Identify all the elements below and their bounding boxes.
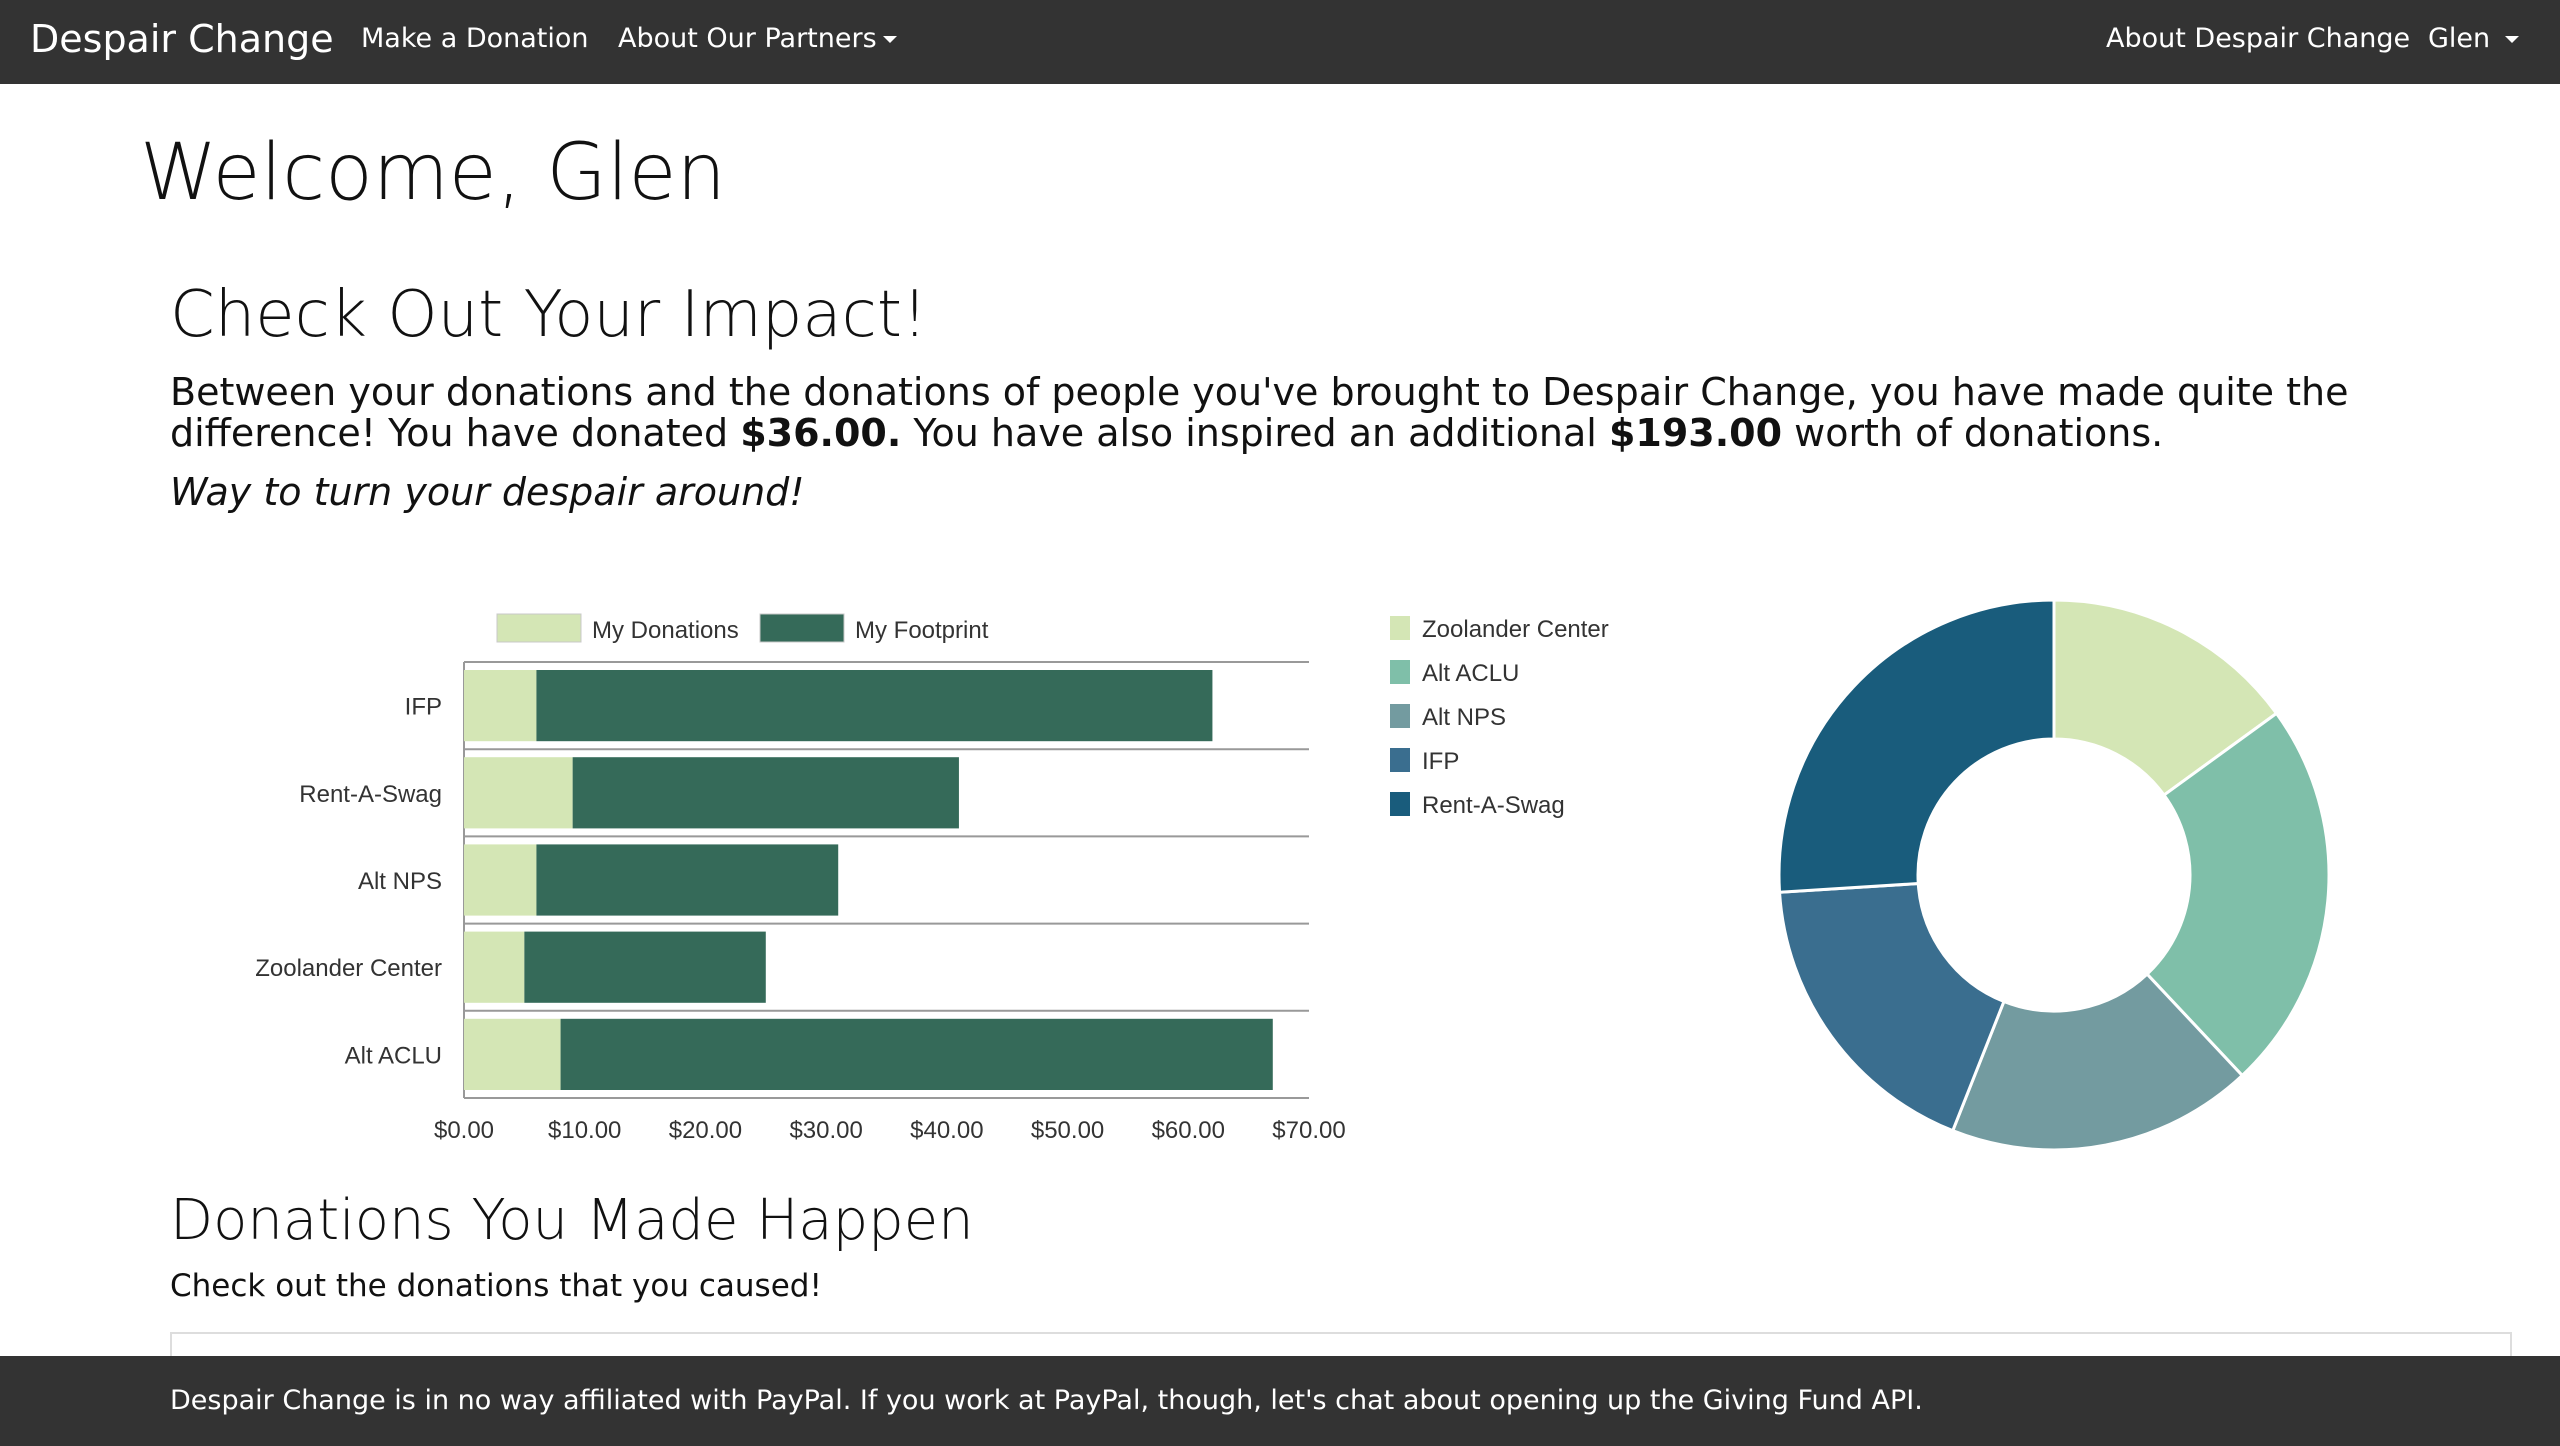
footer: Despair Change is in no way affiliated w…	[0, 1356, 2560, 1446]
impact-charts: My Donations My Footprint IFP Rent-A-Swag Al…	[255, 598, 2331, 1150]
x-tick-label: $50.00	[1031, 1117, 1104, 1144]
nav-about-partners-dropdown[interactable]: About Our Partners	[618, 0, 897, 84]
brand-link[interactable]: Despair Change	[30, 0, 334, 84]
pie-legend-swatch	[1390, 616, 1410, 640]
impact-summary: Between your donations and the donations…	[170, 372, 2420, 454]
pie-legend-swatch	[1390, 660, 1410, 684]
pie-legend-label: Zoolander Center	[1422, 616, 1609, 643]
bar-my-donations	[464, 1018, 561, 1090]
donut-slice	[1777, 598, 2056, 894]
bar-my-footprint	[536, 844, 839, 916]
donations-subtitle: Check out the donations that you caused!	[170, 1268, 822, 1304]
pie-legend-label: IFP	[1422, 748, 1459, 775]
x-tick-label: $40.00	[910, 1117, 983, 1144]
pie-legend-swatch	[1390, 748, 1410, 772]
pie-legend-label: Rent-A-Swag	[1422, 792, 1565, 819]
y-tick-label: Alt NPS	[358, 868, 442, 895]
pie-legend-swatch	[1390, 704, 1410, 728]
legend-label: My Footprint	[855, 617, 989, 644]
donations-heading: Donations You Made Happen	[170, 1188, 974, 1253]
bar-my-donations	[464, 844, 537, 916]
bar-my-footprint	[524, 931, 766, 1003]
legend-label: My Donations	[592, 617, 739, 644]
bar-my-donations	[464, 931, 525, 1003]
legend-swatch-my-donations	[496, 613, 582, 643]
x-tick-label: $30.00	[789, 1117, 862, 1144]
pie-legend-swatch	[1390, 792, 1410, 816]
bar-my-donations	[464, 670, 537, 742]
x-tick-label: $60.00	[1152, 1117, 1225, 1144]
user-menu-label: Glen	[2428, 23, 2491, 54]
nav-about-partners-label: About Our Partners	[618, 23, 877, 54]
x-tick-label: $20.00	[669, 1117, 742, 1144]
impact-mid: You have also inspired an additional	[901, 411, 1609, 455]
caret-down-icon	[2504, 36, 2519, 43]
footer-text: Despair Change is in no way affiliated w…	[170, 1385, 1923, 1416]
pie-legend-label: Alt NPS	[1422, 704, 1506, 731]
bar-my-donations	[464, 757, 573, 829]
top-navbar: Despair Change Make a Donation About Our…	[0, 0, 2560, 84]
user-menu-dropdown[interactable]: Glen	[2428, 0, 2519, 84]
x-tick-label: $10.00	[548, 1117, 621, 1144]
caret-down-icon	[882, 36, 897, 43]
y-tick-label: IFP	[405, 694, 442, 721]
bar-my-footprint	[560, 1018, 1273, 1090]
inspired-amount: $193.00	[1608, 411, 1783, 455]
y-tick-label: Alt ACLU	[345, 1042, 442, 1069]
bar-my-footprint	[536, 670, 1213, 742]
donated-amount: $36.00.	[740, 411, 902, 455]
x-tick-label: $70.00	[1272, 1117, 1345, 1144]
pie-legend-label: Alt ACLU	[1422, 660, 1519, 687]
nav-make-donation[interactable]: Make a Donation	[361, 0, 589, 84]
welcome-heading: Welcome, Glen	[140, 128, 726, 218]
nav-about-app[interactable]: About Despair Change	[2106, 0, 2410, 84]
legend-swatch-my-footprint	[759, 613, 845, 643]
y-tick-label: Zoolander Center	[255, 955, 442, 982]
impact-heading: Check Out Your Impact!	[170, 278, 928, 352]
x-tick-label: $0.00	[434, 1117, 494, 1144]
y-tick-label: Rent-A-Swag	[299, 781, 442, 808]
impact-end: worth of donations.	[1782, 411, 2164, 455]
tagline: Way to turn your despair around!	[170, 470, 805, 514]
bar-my-footprint	[572, 757, 959, 829]
